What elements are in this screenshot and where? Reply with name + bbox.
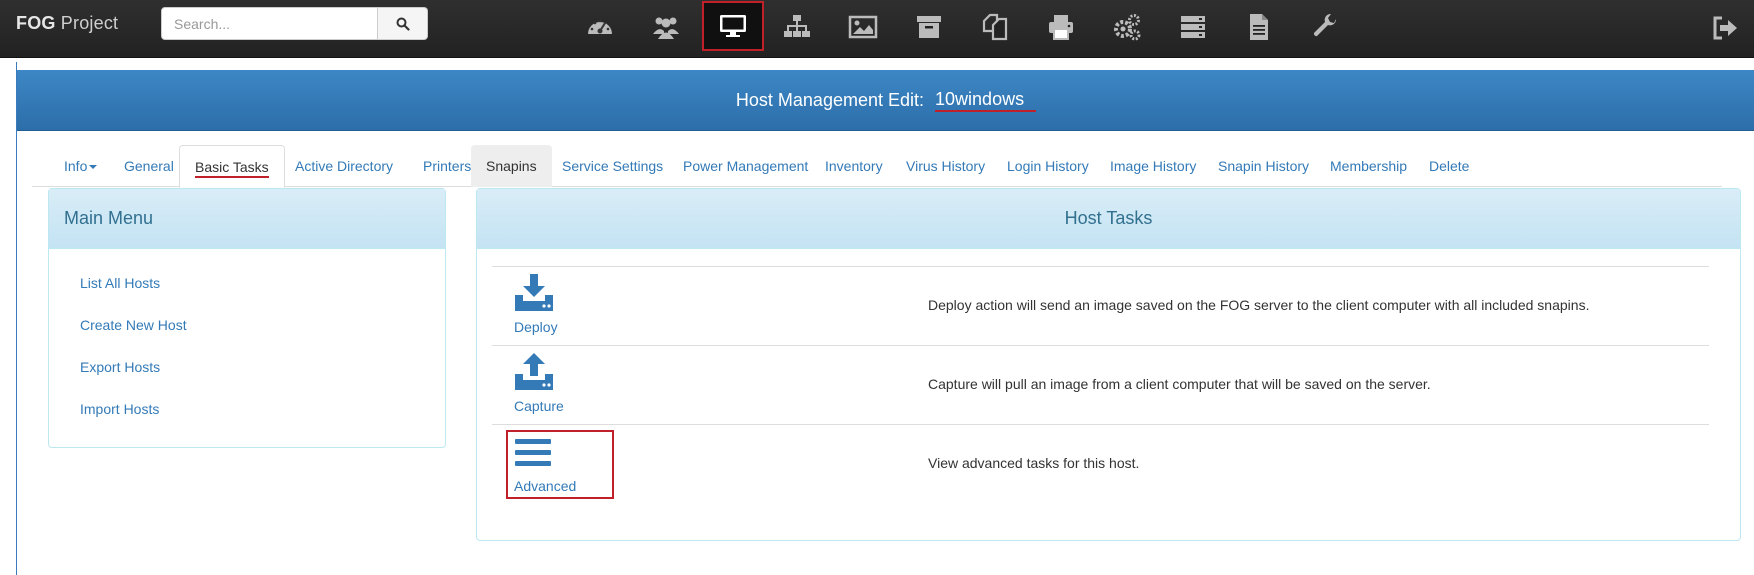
tab-image-history[interactable]: Image History xyxy=(1095,145,1211,187)
tab-power-management[interactable]: Power Management xyxy=(668,145,823,187)
capture-label: Capture xyxy=(514,398,564,414)
advanced-icon xyxy=(515,439,551,466)
nav-snapins[interactable] xyxy=(966,2,1024,52)
logout-button[interactable] xyxy=(1710,14,1740,42)
menu-item-create-new-host[interactable]: Create New Host xyxy=(80,311,445,353)
capture-icon xyxy=(515,353,553,390)
host-name: 10windows xyxy=(935,88,1037,112)
host-management-icon xyxy=(720,15,746,37)
tab-active-directory[interactable]: Active Directory xyxy=(280,145,408,187)
task-row-deploy: Deploy Deploy action will send an image … xyxy=(492,267,1709,346)
tab-virus-history[interactable]: Virus History xyxy=(891,145,1000,187)
main-menu-panel: Main Menu List All Hosts Create New Host… xyxy=(48,188,446,448)
tab-membership[interactable]: Membership xyxy=(1315,145,1422,187)
tab-inventory[interactable]: Inventory xyxy=(810,145,898,187)
image-icon xyxy=(848,15,878,39)
snapin-icon xyxy=(982,13,1008,41)
host-tabs: Info General Basic Tasks Active Director… xyxy=(32,145,1722,188)
menu-item-list-all-hosts[interactable]: List All Hosts xyxy=(80,269,445,311)
tab-delete[interactable]: Delete xyxy=(1414,145,1484,187)
tasks-icon xyxy=(1181,16,1205,38)
report-icon xyxy=(1250,14,1268,40)
search-icon xyxy=(396,17,410,31)
nav-service-config[interactable] xyxy=(1098,2,1156,52)
tab-login-history[interactable]: Login History xyxy=(992,145,1104,187)
nav-printers[interactable] xyxy=(1032,2,1090,52)
printer-icon xyxy=(1049,15,1073,40)
users-icon xyxy=(653,17,679,39)
top-navbar: FOG Project xyxy=(0,0,1754,58)
deploy-description: Deploy action will send an image saved o… xyxy=(928,297,1590,313)
nav-images[interactable] xyxy=(834,2,892,52)
page-title: Host Management Edit: xyxy=(735,89,925,110)
content-area: Host Management Edit: 10windows Info Gen… xyxy=(16,62,1754,575)
capture-description: Capture will pull an image from a client… xyxy=(928,376,1431,392)
task-row-advanced: Advanced View advanced tasks for this ho… xyxy=(492,425,1709,504)
service-icon xyxy=(1114,14,1141,41)
caret-down-icon xyxy=(89,165,98,170)
nav-tasks[interactable] xyxy=(1164,2,1222,52)
tab-service-settings[interactable]: Service Settings xyxy=(547,145,678,187)
deploy-task-link[interactable]: Deploy xyxy=(514,273,592,341)
advanced-label: Advanced xyxy=(514,478,577,494)
deploy-icon xyxy=(515,274,553,311)
menu-item-import-hosts[interactable]: Import Hosts xyxy=(80,395,445,437)
search-form xyxy=(161,7,428,40)
storage-icon xyxy=(917,16,941,38)
task-row-capture: Capture Capture will pull an image from … xyxy=(492,346,1709,425)
settings-icon xyxy=(1313,13,1337,37)
capture-task-link[interactable]: Capture xyxy=(514,352,592,420)
page-header: Host Management Edit: 10windows xyxy=(17,70,1754,131)
search-button[interactable] xyxy=(378,7,428,40)
tab-general[interactable]: General xyxy=(109,145,189,187)
dashboard-icon xyxy=(588,19,612,34)
tab-snapins[interactable]: Snapins xyxy=(471,145,552,187)
main-menu-title: Main Menu xyxy=(49,189,445,249)
advanced-task-link[interactable]: Advanced xyxy=(506,430,614,499)
nav-storage[interactable] xyxy=(900,2,958,52)
nav-dashboard[interactable] xyxy=(571,2,629,52)
host-tasks-panel: Host Tasks Deploy Deploy action will sen… xyxy=(476,188,1741,541)
search-input[interactable] xyxy=(161,7,378,40)
deploy-label: Deploy xyxy=(514,319,558,335)
nav-users[interactable] xyxy=(637,2,695,52)
nav-fog-config[interactable] xyxy=(1296,2,1354,52)
tab-basic-tasks[interactable]: Basic Tasks xyxy=(179,145,285,188)
group-icon xyxy=(784,15,810,37)
host-tasks-table: Deploy Deploy action will send an image … xyxy=(492,266,1709,504)
logout-icon xyxy=(1713,16,1737,40)
main-menu-list: List All Hosts Create New Host Export Ho… xyxy=(49,249,445,437)
advanced-description: View advanced tasks for this host. xyxy=(928,455,1140,471)
host-tasks-title: Host Tasks xyxy=(477,189,1740,249)
menu-item-export-hosts[interactable]: Export Hosts xyxy=(80,353,445,395)
tab-info[interactable]: Info xyxy=(49,145,112,187)
nav-hosts[interactable] xyxy=(702,1,764,51)
tab-snapin-history[interactable]: Snapin History xyxy=(1203,145,1324,187)
nav-groups[interactable] xyxy=(768,2,826,52)
nav-reports[interactable] xyxy=(1230,2,1288,52)
brand-logo[interactable]: FOG Project xyxy=(16,13,118,34)
